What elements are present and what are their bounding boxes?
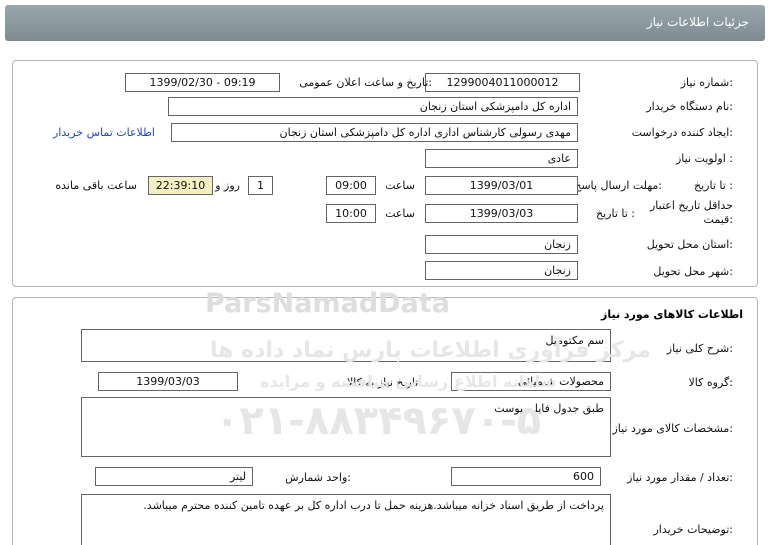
remaining-time-field: 22:39:10: [148, 176, 213, 195]
summary-field[interactable]: سم مکتومیل: [81, 329, 611, 362]
reply-time-field[interactable]: 09:00: [326, 176, 376, 195]
goods-info-panel: اطلاعات کالاهای مورد نیاز شرح کلی نیاز: …: [12, 297, 758, 545]
buyer-org-field[interactable]: اداره کل دامپزشکی استان زنجان: [168, 97, 578, 116]
remaining-label: ساعت باقی مانده: [55, 179, 137, 192]
validity-date-field[interactable]: 1399/03/03: [425, 204, 578, 223]
priority-field[interactable]: عادی: [425, 149, 578, 168]
title-bar: جزئیات اطلاعات نیاز: [5, 5, 765, 41]
specs-label: مشخصات کالای مورد نیاز:: [612, 422, 733, 435]
buyer-notes-label: توضیحات خریدار:: [653, 523, 734, 536]
validity-label-line1: حداقل تاریخ اعتبار: [649, 199, 733, 212]
city-field[interactable]: زنجان: [425, 261, 578, 280]
need-info-panel: شماره نیاز: 1299004011000012 تاریخ و ساع…: [12, 60, 758, 287]
goods-section-title: اطلاعات کالاهای مورد نیاز: [601, 308, 743, 321]
days-field[interactable]: 1: [248, 176, 273, 195]
reply-date-field[interactable]: 1399/03/01: [425, 176, 578, 195]
city-label: شهر محل تحویل:: [653, 265, 733, 278]
unit-field[interactable]: لیتر: [95, 467, 253, 486]
priority-label: اولویت نیاز :: [675, 152, 733, 165]
creator-label: ایجاد کننده درخواست:: [631, 126, 733, 139]
days-label: روز و: [215, 179, 240, 192]
validity-to-date-label: تا تاریخ :: [596, 207, 635, 220]
quantity-label: تعداد / مقدار مورد نیاز:: [627, 471, 733, 484]
validity-time-field[interactable]: 10:00: [326, 204, 376, 223]
page-title: جزئیات اطلاعات نیاز: [646, 15, 749, 29]
need-date-label: تاریخ نیاز به کالا:: [347, 376, 422, 389]
validity-time-label: ساعت: [385, 207, 415, 220]
validity-label-line2: قیمت:: [703, 213, 733, 226]
specs-field[interactable]: طبق جدول فایل پیوست: [81, 397, 611, 457]
buyer-contact-link[interactable]: اطلاعات تماس خریدار: [53, 126, 155, 139]
province-label: استان محل تحویل:: [646, 238, 733, 251]
buyer-org-label: نام دستگاه خریدار:: [646, 100, 733, 113]
quantity-field[interactable]: 600: [451, 467, 601, 486]
need-number-field[interactable]: 1299004011000012: [425, 73, 580, 92]
announce-field[interactable]: 1399/02/30 - 09:19: [125, 73, 280, 92]
creator-field[interactable]: مهدی رسولی کارشناس اداری اداره کل دامپزش…: [171, 123, 578, 142]
reply-deadline-label: مهلت ارسال پاسخ:: [574, 179, 662, 192]
announce-label: تاریخ و ساعت اعلان عمومی:: [299, 76, 432, 89]
group-label: گروه کالا:: [688, 376, 733, 389]
unit-label: واحد شمارش:: [285, 471, 351, 484]
summary-label: شرح کلی نیاز:: [666, 342, 733, 355]
province-field[interactable]: زنجان: [425, 235, 578, 254]
group-field[interactable]: محصولات شیمیائی: [451, 372, 611, 391]
need-date-field[interactable]: 1399/03/03: [98, 372, 238, 391]
need-number-label: شماره نیاز:: [680, 76, 733, 89]
buyer-notes-field[interactable]: پرداخت از طریق اسناد خزانه میباشد.هزینه …: [81, 494, 611, 545]
reply-time-label: ساعت: [385, 179, 415, 192]
reply-to-date-label: تا تاریخ :: [694, 179, 733, 192]
